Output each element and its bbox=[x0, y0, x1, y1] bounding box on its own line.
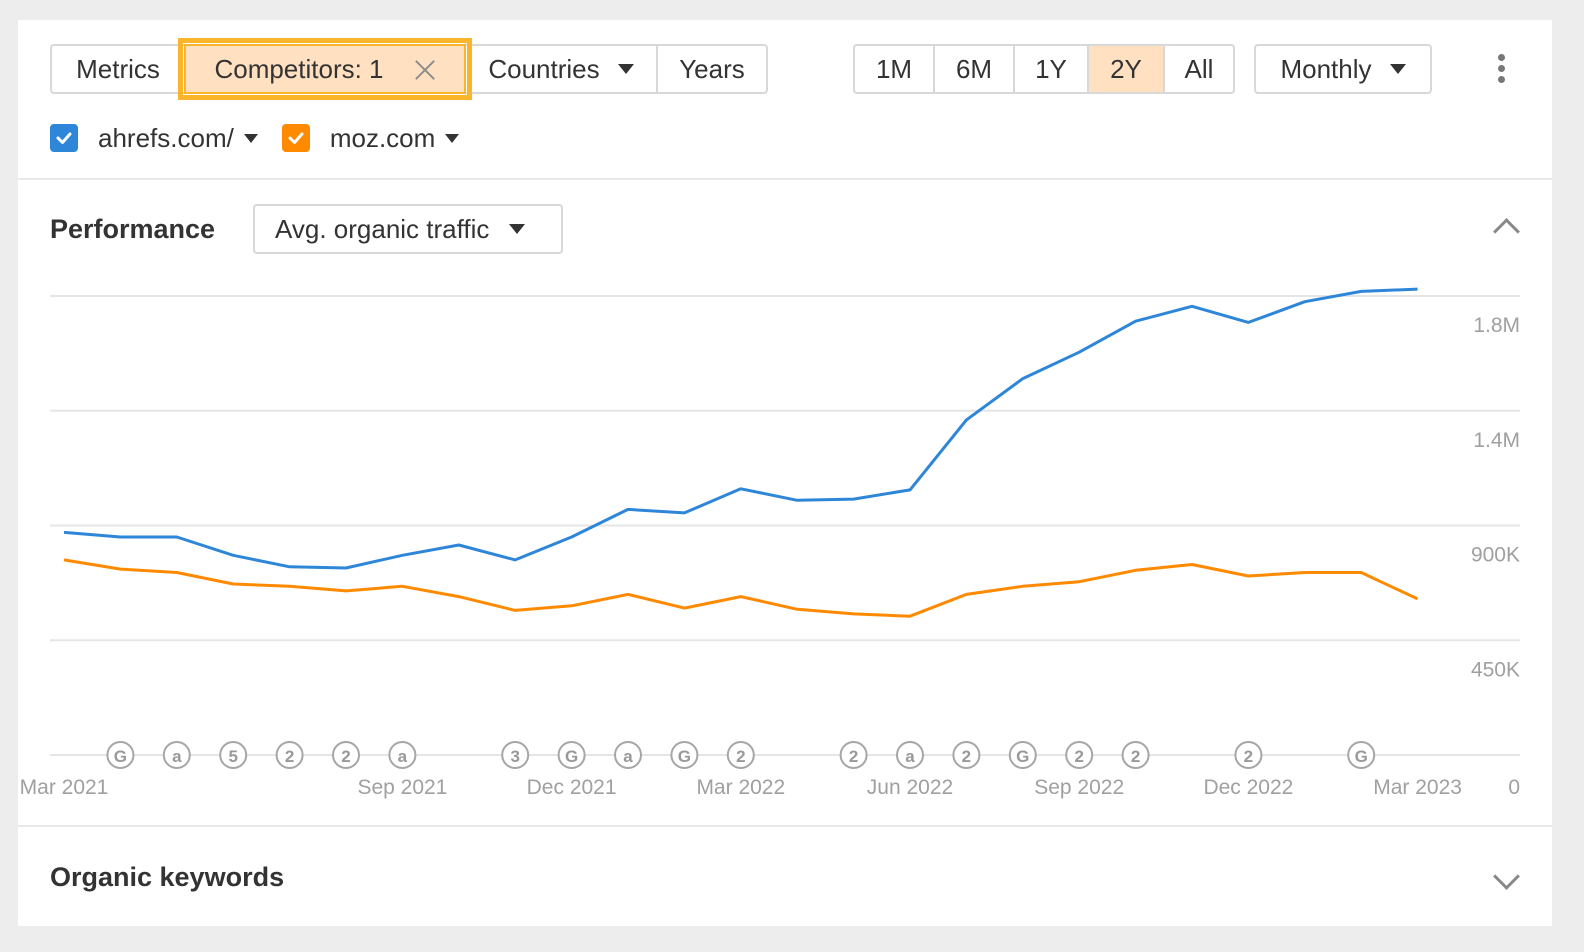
svg-text:a: a bbox=[398, 747, 408, 766]
x-tick-label: Dec 2021 bbox=[527, 776, 617, 799]
annotation-marker[interactable]: 2 bbox=[726, 741, 755, 769]
annotation-marker[interactable]: G bbox=[1347, 741, 1376, 769]
svg-text:2: 2 bbox=[1074, 747, 1083, 766]
svg-text:5: 5 bbox=[228, 747, 237, 766]
svg-text:2: 2 bbox=[962, 747, 971, 766]
y-tick-label: 900K bbox=[1471, 544, 1520, 567]
svg-text:2: 2 bbox=[849, 747, 858, 766]
performance-chart: 1.8M 1.4M 900K 450K 0 G a 5 2 2 a 3 Ga G 2 2 a 2 G 2 2 2 G Mar … bbox=[20, 287, 1520, 799]
y-tick-label: 450K bbox=[1471, 658, 1520, 681]
x-tick-label: Sep 2022 bbox=[1034, 776, 1124, 799]
y-tick-label: 1.4M bbox=[1473, 429, 1520, 452]
competitors-label: Competitors: 1 bbox=[214, 53, 384, 84]
organic-keywords-title: Organic keywords bbox=[50, 862, 285, 892]
series-line-moz[interactable] bbox=[63, 558, 1419, 618]
x-tick-label: Dec 2022 bbox=[1203, 776, 1293, 799]
annotation-marker[interactable]: G bbox=[670, 741, 699, 769]
svg-text:a: a bbox=[623, 747, 633, 766]
annotation-marker[interactable]: 2 bbox=[952, 741, 981, 769]
section-divider bbox=[18, 825, 1552, 827]
svg-text:2: 2 bbox=[1244, 747, 1253, 766]
svg-text:G: G bbox=[1355, 747, 1368, 766]
annotation-marker[interactable]: a bbox=[614, 741, 642, 769]
annotation-marker[interactable]: 2 bbox=[839, 741, 868, 769]
annotation-marker[interactable]: 2 bbox=[332, 741, 360, 769]
svg-text:2: 2 bbox=[736, 747, 745, 766]
svg-text:a: a bbox=[172, 747, 182, 766]
annotation-marker[interactable]: 2 bbox=[1065, 741, 1094, 769]
x-tick-label: Mar 2023 bbox=[1373, 776, 1462, 799]
annotation-marker[interactable]: G bbox=[106, 741, 135, 769]
svg-text:G: G bbox=[114, 747, 127, 766]
annotation-marker[interactable]: a bbox=[162, 741, 191, 769]
y-tick-label: 1.8M bbox=[1473, 314, 1520, 337]
annotation-marker[interactable]: 2 bbox=[275, 741, 304, 769]
x-tick-label: Mar 2022 bbox=[696, 776, 785, 799]
svg-text:a: a bbox=[905, 747, 915, 766]
svg-text:3: 3 bbox=[510, 747, 519, 766]
annotation-marker[interactable]: G bbox=[557, 741, 586, 769]
competitors-button[interactable]: Competitors: 1 bbox=[178, 38, 472, 100]
main-card: Metrics Competitors: 1 Countries Years 1… bbox=[18, 20, 1552, 926]
svg-text:2: 2 bbox=[285, 747, 294, 766]
chevron-down-icon[interactable] bbox=[1493, 863, 1520, 890]
svg-text:G: G bbox=[1016, 747, 1029, 766]
svg-text:2: 2 bbox=[341, 747, 350, 766]
svg-text:G: G bbox=[565, 747, 578, 766]
x-tick-label: Jun 2022 bbox=[867, 776, 953, 799]
annotation-marker[interactable]: 2 bbox=[1121, 741, 1150, 769]
svg-text:2: 2 bbox=[1131, 747, 1140, 766]
x-tick-label: Sep 2021 bbox=[357, 776, 447, 799]
x-tick-label: Mar 2021 bbox=[20, 776, 109, 799]
svg-text:G: G bbox=[678, 747, 691, 766]
close-icon[interactable] bbox=[414, 58, 436, 80]
y-tick-label: 0 bbox=[1508, 776, 1520, 799]
annotation-marker[interactable]: G bbox=[1008, 741, 1037, 769]
annotation-marker[interactable]: a bbox=[388, 741, 417, 769]
annotation-marker[interactable]: a bbox=[896, 741, 924, 769]
annotation-marker[interactable]: 2 bbox=[1234, 741, 1263, 769]
annotation-marker[interactable]: 3 bbox=[501, 741, 530, 769]
annotation-marker[interactable]: 5 bbox=[219, 741, 248, 769]
